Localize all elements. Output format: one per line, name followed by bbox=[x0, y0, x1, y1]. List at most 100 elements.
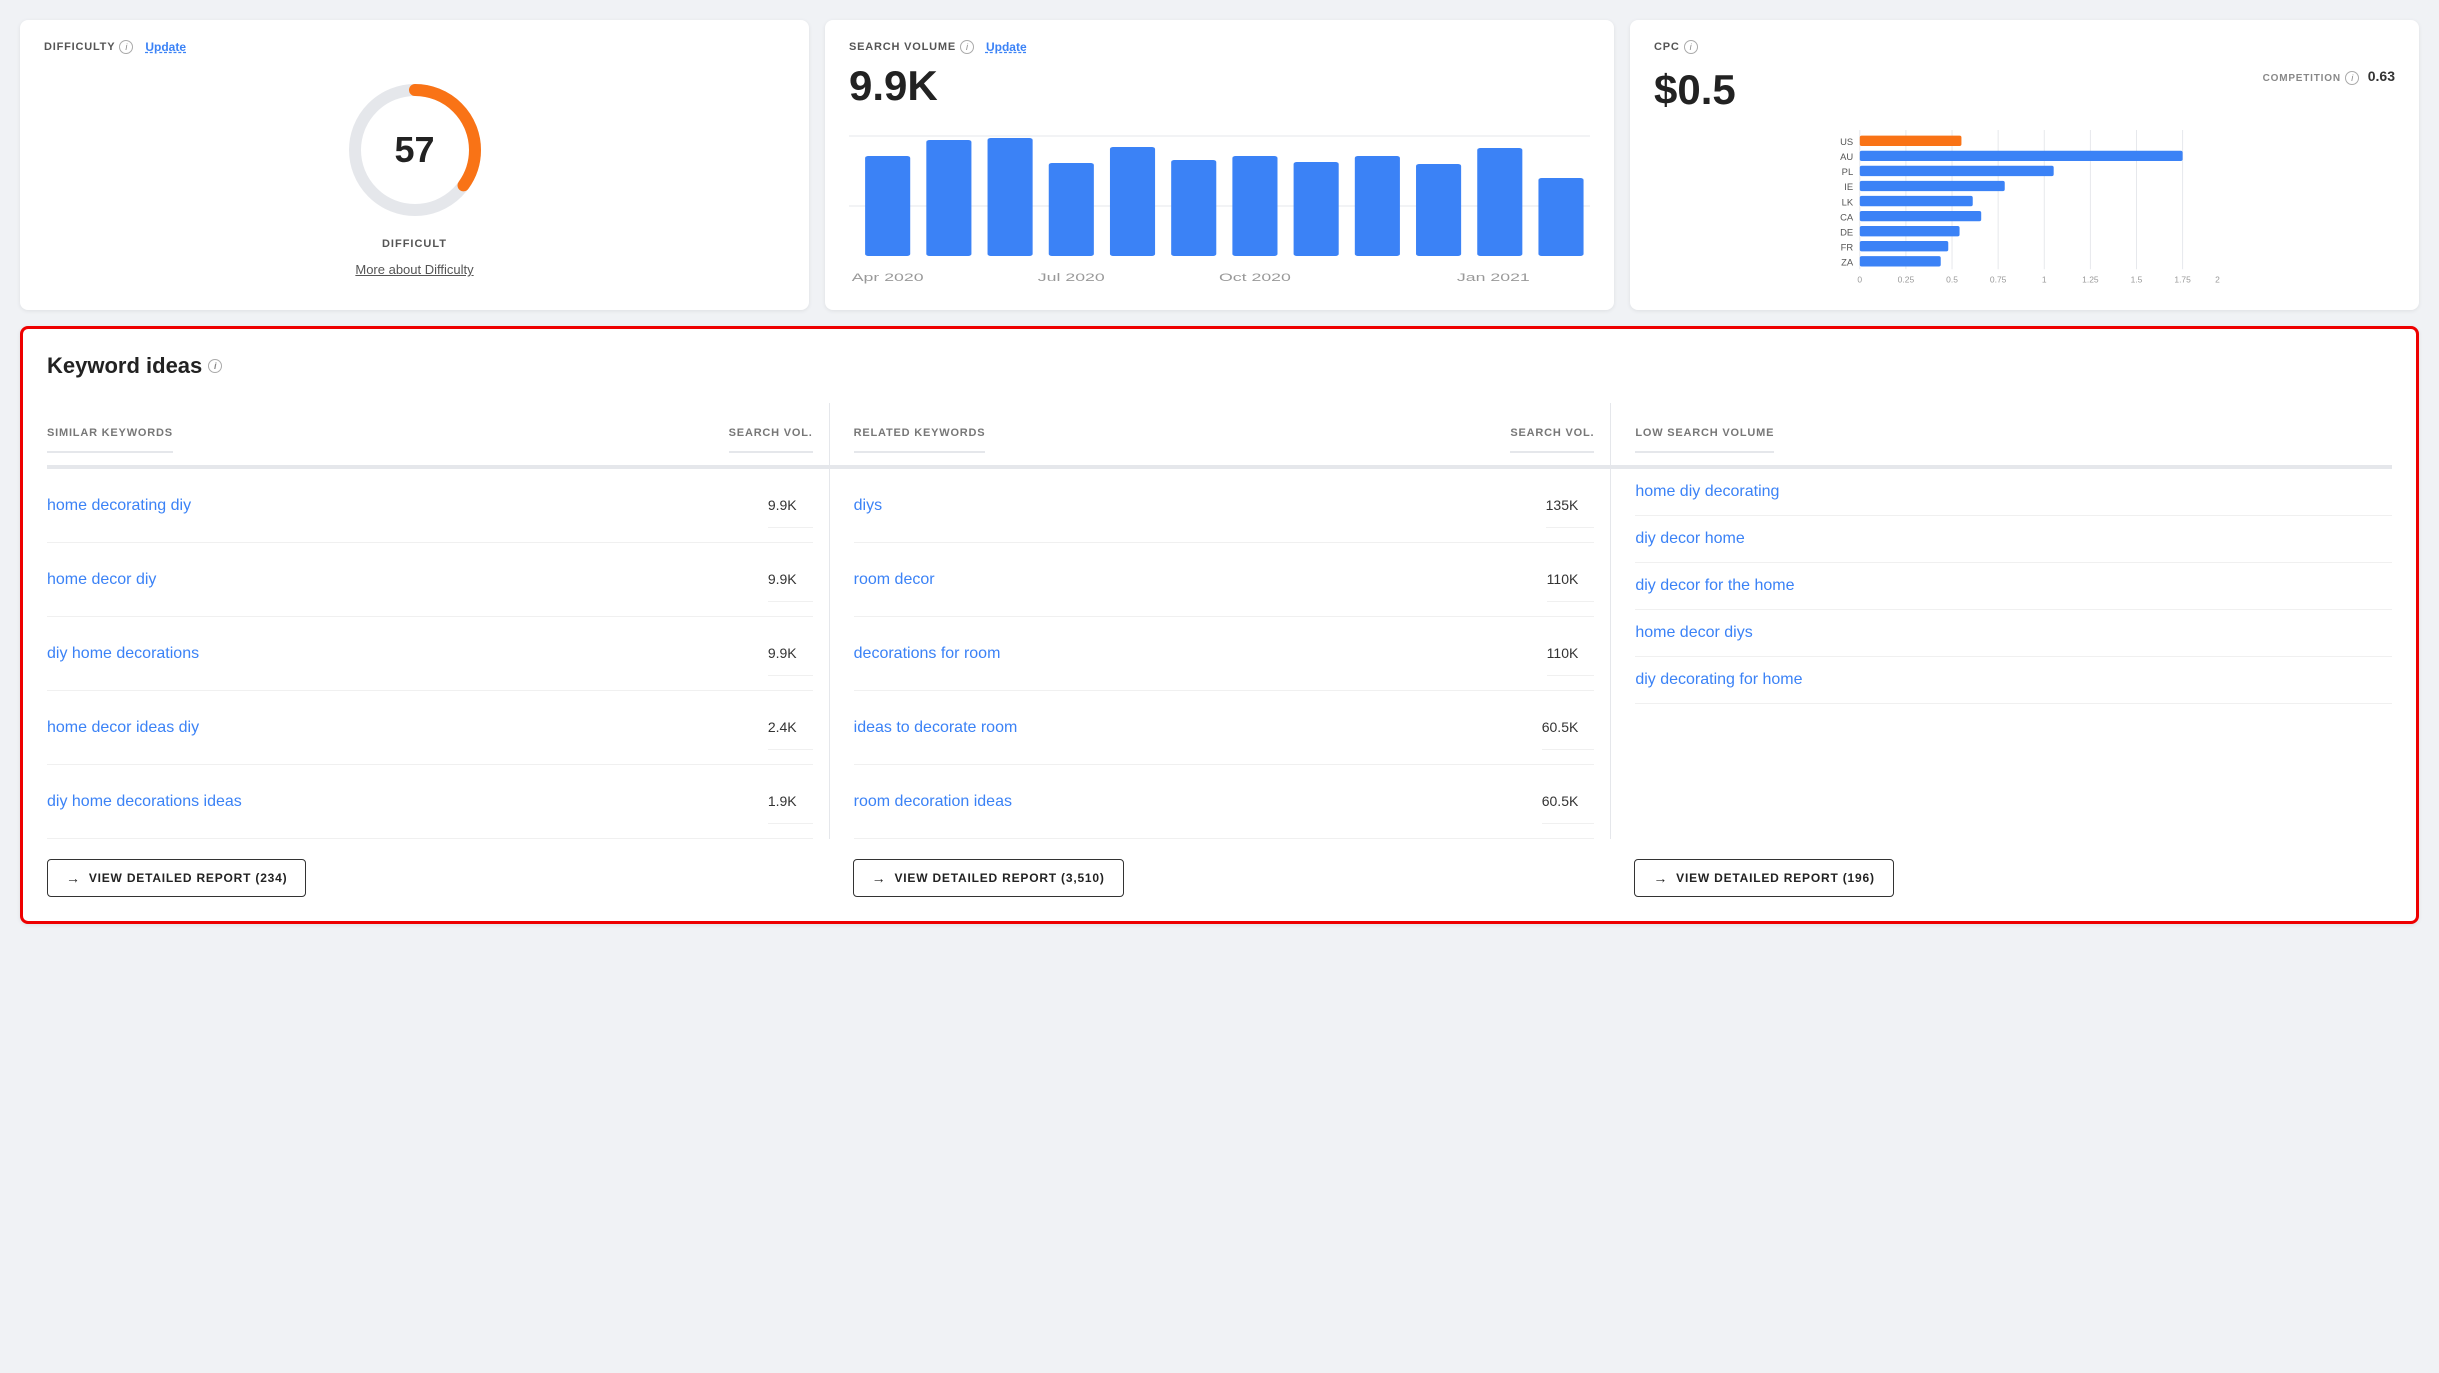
svg-text:US: US bbox=[1840, 136, 1853, 147]
similar-kw-item-1[interactable]: home decorating diy bbox=[47, 497, 191, 515]
similar-vol-1: 9.9K bbox=[768, 483, 813, 528]
similar-kw-item-3[interactable]: diy home decorations bbox=[47, 645, 199, 663]
table-row: diy home decorations ideas 1.9K bbox=[47, 765, 813, 839]
similar-kw-item-2[interactable]: home decor diy bbox=[47, 571, 156, 589]
search-volume-update-link[interactable]: Update bbox=[986, 40, 1027, 54]
cpc-bar-chart-svg: US AU PL IE LK CA DE FR ZA bbox=[1654, 130, 2395, 290]
svg-text:0.5: 0.5 bbox=[1946, 274, 1958, 284]
table-row: home decor ideas diy 2.4K bbox=[47, 691, 813, 765]
search-volume-chart-svg: 20k 10k Apr 2020 Jul 2020 Oct 2020 bbox=[849, 126, 1590, 286]
similar-vol-2: 9.9K bbox=[768, 557, 813, 602]
related-report-section: → VIEW DETAILED REPORT (3,510) bbox=[829, 859, 1611, 897]
svg-text:2: 2 bbox=[2215, 274, 2220, 284]
svg-text:1.75: 1.75 bbox=[2174, 274, 2191, 284]
svg-text:Jan 2021: Jan 2021 bbox=[1457, 272, 1530, 284]
difficulty-card: DIFFICULTY i Update 57 DIFFICULT More ab… bbox=[20, 20, 809, 310]
svg-text:1.25: 1.25 bbox=[2082, 274, 2099, 284]
low-kw-item-5[interactable]: diy decorating for home bbox=[1635, 671, 1802, 689]
low-kw-item-3[interactable]: diy decor for the home bbox=[1635, 577, 1794, 595]
low-report-section: → VIEW DETAILED REPORT (196) bbox=[1610, 859, 2392, 897]
arrow-icon-3: → bbox=[1653, 870, 1668, 886]
keyword-ideas-title: Keyword ideas i bbox=[47, 353, 2392, 379]
cpc-label: CPC bbox=[1654, 41, 1680, 53]
difficulty-update-link[interactable]: Update bbox=[145, 40, 186, 54]
column-headers-row: SIMILAR KEYWORDS SEARCH VOL. RELATED KEY… bbox=[47, 403, 2392, 469]
similar-vol-4: 2.4K bbox=[768, 705, 813, 750]
svg-text:1: 1 bbox=[2042, 274, 2047, 284]
similar-report-button[interactable]: → VIEW DETAILED REPORT (234) bbox=[47, 859, 306, 897]
related-kw-item-3[interactable]: decorations for room bbox=[854, 645, 1001, 663]
low-report-label: VIEW DETAILED REPORT (196) bbox=[1676, 871, 1875, 885]
similar-vol-header: SEARCH VOL. bbox=[729, 415, 813, 453]
search-volume-label: SEARCH VOLUME bbox=[849, 41, 956, 53]
low-search-vol-header-group: LOW SEARCH VOLUME bbox=[1610, 403, 2392, 467]
svg-text:0.75: 0.75 bbox=[1990, 274, 2007, 284]
low-search-vol-col: home diy decorating diy decor home diy d… bbox=[1610, 469, 2392, 839]
more-about-difficulty-link[interactable]: More about Difficulty bbox=[355, 262, 473, 277]
table-row: home diy decorating bbox=[1635, 469, 2392, 516]
related-kw-header-group: RELATED KEYWORDS SEARCH VOL. bbox=[829, 403, 1611, 467]
low-report-button[interactable]: → VIEW DETAILED REPORT (196) bbox=[1634, 859, 1893, 897]
low-search-vol-header: LOW SEARCH VOLUME bbox=[1635, 415, 1774, 453]
similar-keywords-col: home decorating diy 9.9K home decor diy … bbox=[47, 469, 829, 839]
keyword-ideas-info-icon[interactable]: i bbox=[208, 359, 222, 373]
keyword-ideas-section: Keyword ideas i SIMILAR KEYWORDS SEARCH … bbox=[20, 326, 2419, 924]
low-kw-item-4[interactable]: home decor diys bbox=[1635, 624, 1752, 642]
svg-text:CA: CA bbox=[1840, 211, 1854, 222]
competition-info-icon[interactable]: i bbox=[2345, 71, 2359, 85]
low-kw-item-1[interactable]: home diy decorating bbox=[1635, 483, 1779, 501]
related-kw-item-5[interactable]: room decoration ideas bbox=[854, 793, 1012, 811]
svg-text:LK: LK bbox=[1842, 196, 1854, 207]
competition-area: COMPETITION i 0.63 bbox=[2263, 68, 2395, 86]
cpc-value: $0.5 bbox=[1654, 66, 1736, 114]
search-volume-chart: 20k 10k Apr 2020 Jul 2020 Oct 2020 bbox=[849, 126, 1590, 286]
gauge-number: 57 bbox=[394, 129, 434, 171]
related-keywords-col: diys 135K room decor 110K decorations fo… bbox=[829, 469, 1611, 839]
difficulty-label: DIFFICULTY bbox=[44, 41, 115, 53]
related-vol-2: 110K bbox=[1547, 557, 1595, 602]
table-row: home decorating diy 9.9K bbox=[47, 469, 813, 543]
search-volume-info-icon[interactable]: i bbox=[960, 40, 974, 54]
table-row: diy decor for the home bbox=[1635, 563, 2392, 610]
table-row: room decoration ideas 60.5K bbox=[854, 765, 1595, 839]
arrow-icon-2: → bbox=[872, 870, 887, 886]
related-report-button[interactable]: → VIEW DETAILED REPORT (3,510) bbox=[853, 859, 1124, 897]
svg-text:PL: PL bbox=[1842, 166, 1854, 177]
svg-text:DE: DE bbox=[1840, 226, 1853, 237]
related-kw-item-2[interactable]: room decor bbox=[854, 571, 935, 589]
svg-text:1.5: 1.5 bbox=[2131, 274, 2143, 284]
keyword-rows-section: home decorating diy 9.9K home decor diy … bbox=[47, 469, 2392, 839]
cpc-info-icon[interactable]: i bbox=[1684, 40, 1698, 54]
search-volume-value: 9.9K bbox=[849, 62, 1590, 110]
similar-kw-item-5[interactable]: diy home decorations ideas bbox=[47, 793, 242, 811]
related-kw-item-4[interactable]: ideas to decorate room bbox=[854, 719, 1018, 737]
related-kw-item-1[interactable]: diys bbox=[854, 497, 882, 515]
similar-kw-header: SIMILAR KEYWORDS bbox=[47, 415, 173, 453]
keyword-ideas-title-text: Keyword ideas bbox=[47, 353, 202, 379]
svg-text:IE: IE bbox=[1844, 181, 1853, 192]
table-row: decorations for room 110K bbox=[854, 617, 1595, 691]
competition-label: COMPETITION bbox=[2263, 73, 2341, 84]
related-report-label: VIEW DETAILED REPORT (3,510) bbox=[894, 871, 1104, 885]
related-vol-5: 60.5K bbox=[1542, 779, 1595, 824]
related-kw-header: RELATED KEYWORDS bbox=[854, 415, 986, 453]
related-vol-1: 135K bbox=[1546, 483, 1595, 528]
table-row: diy home decorations 9.9K bbox=[47, 617, 813, 691]
svg-text:0.25: 0.25 bbox=[1898, 274, 1915, 284]
similar-vol-5: 1.9K bbox=[768, 779, 813, 824]
low-kw-item-2[interactable]: diy decor home bbox=[1635, 530, 1744, 548]
related-vol-4: 60.5K bbox=[1542, 705, 1595, 750]
svg-text:Oct 2020: Oct 2020 bbox=[1219, 272, 1291, 284]
svg-text:Jul 2020: Jul 2020 bbox=[1038, 272, 1105, 284]
table-row: diys 135K bbox=[854, 469, 1595, 543]
similar-kw-item-4[interactable]: home decor ideas diy bbox=[47, 719, 199, 737]
similar-vol-3: 9.9K bbox=[768, 631, 813, 676]
related-vol-3: 110K bbox=[1547, 631, 1595, 676]
similar-report-section: → VIEW DETAILED REPORT (234) bbox=[47, 859, 829, 897]
search-volume-card: SEARCH VOLUME i Update 9.9K 20k 10k bbox=[825, 20, 1614, 310]
cpc-bar-chart: US AU PL IE LK CA DE FR ZA bbox=[1654, 130, 2395, 290]
difficulty-info-icon[interactable]: i bbox=[119, 40, 133, 54]
gauge-container: 57 bbox=[335, 70, 495, 230]
similar-kw-header-group: SIMILAR KEYWORDS SEARCH VOL. bbox=[47, 403, 829, 467]
svg-text:0: 0 bbox=[1857, 274, 1862, 284]
